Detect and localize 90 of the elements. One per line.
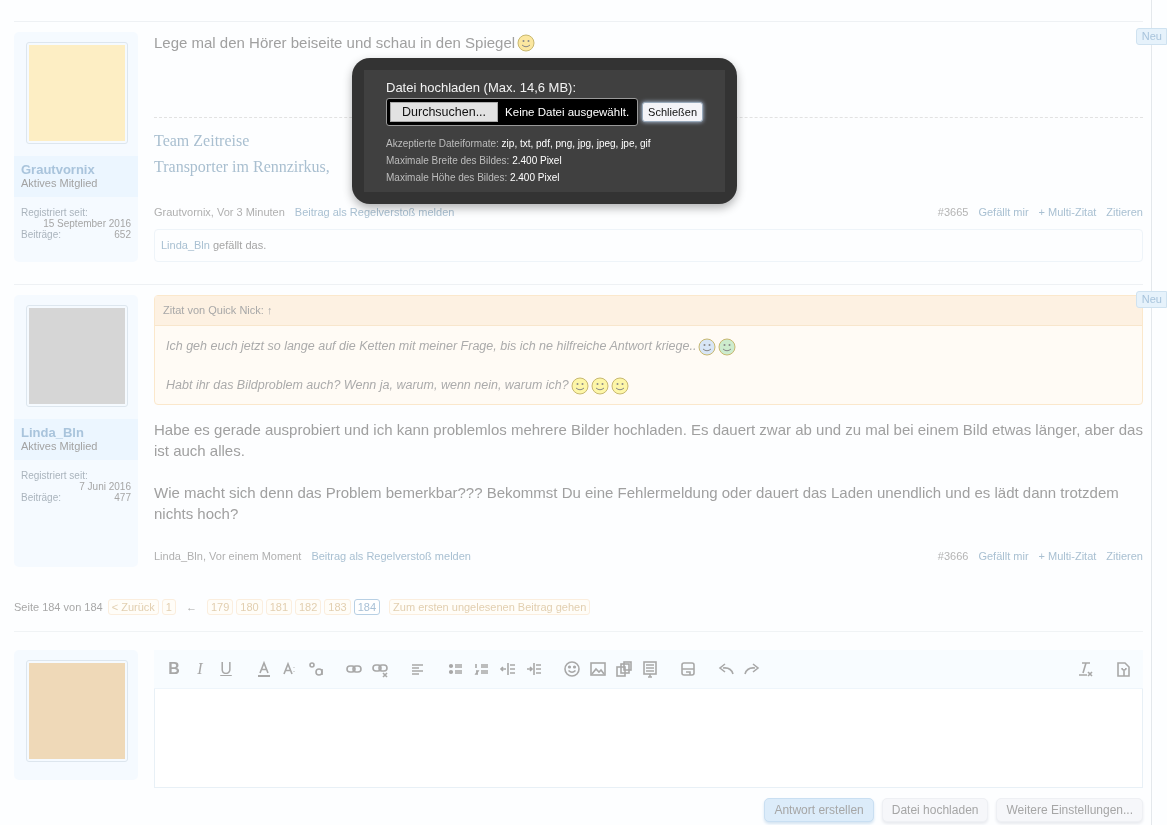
save-icon	[679, 660, 697, 678]
stat-label: Registriert seit:	[21, 207, 88, 218]
surprised-emoji-icon	[698, 337, 717, 356]
clear-format-button[interactable]	[1076, 660, 1094, 678]
post-byline: Linda_Bln, Vor einem Moment	[154, 549, 302, 564]
quote-text: Ich geh euch jetzt so lange auf die Ketten mit meiner Frage, bis ich ne hilfreiche Antwort kriege..	[166, 338, 697, 355]
new-badge: Neu	[1135, 291, 1167, 308]
save-button[interactable]	[679, 660, 697, 678]
stat-value: 15 September 2016	[43, 218, 131, 229]
post-number[interactable]: #3666	[937, 546, 969, 567]
author-name[interactable]: Linda_Bln	[21, 425, 131, 440]
previous-page-link[interactable]: < Zurück	[107, 599, 159, 615]
post-action-link[interactable]: + Multi-Zitat	[1038, 202, 1097, 223]
author-name[interactable]: Grautvornix	[21, 162, 131, 177]
upload-info-text: Maximale Breite des Bildes: 2.400 Pixel	[386, 154, 563, 168]
post-text: Wie macht sich denn das Problem bemerkbar??? Bekommst Du eine Fehlermeldung oder dauert das Laden unendlich und es lädt dann trotzdem nichts hoch?	[154, 483, 1120, 524]
font-family-button[interactable]	[307, 660, 325, 678]
dialog-title: Datei hochladen (Max. 14,6 MB):	[386, 80, 578, 95]
font-color-button[interactable]	[255, 660, 273, 678]
user-link[interactable]: Linda_Bln	[161, 239, 210, 251]
smiley-emoji-icon	[517, 33, 536, 52]
stat-value: 477	[114, 492, 131, 503]
file-status: Keine Datei ausgewählt.	[505, 106, 630, 118]
post-byline: Grautvornix, Vor 3 Minuten	[154, 205, 285, 220]
smiley-emoji-icon	[590, 376, 609, 395]
source-button[interactable]	[1114, 660, 1132, 678]
likes-bar: Linda_Bln gefällt das.	[154, 229, 1143, 262]
file-input[interactable]: Durchsuchen... Keine Datei ausgewählt.	[386, 98, 639, 126]
form-button[interactable]: Weitere Einstellungen...	[996, 798, 1143, 822]
quote-header: Zitat von Quick Nick: ↑	[155, 296, 1142, 326]
stat-label: Beiträge:	[21, 492, 62, 503]
stat-value: 652	[114, 229, 131, 240]
user-rank: Aktives Mitglied	[21, 177, 99, 189]
font-family-icon	[307, 660, 325, 678]
clear-format-icon	[1076, 660, 1094, 678]
user-rank: Aktives Mitglied	[21, 440, 99, 452]
new-badge: Neu	[1135, 28, 1167, 45]
page-gap-arrow: ←	[185, 601, 197, 613]
page-link[interactable]: 179	[206, 599, 234, 615]
page-link[interactable]: 183	[324, 599, 351, 615]
gallery-icon	[615, 660, 633, 678]
close-button[interactable]: Schließen	[642, 102, 704, 122]
outdent-icon	[499, 660, 517, 678]
report-link[interactable]: Beitrag als Regelverstoß melden	[311, 546, 471, 567]
signature-text: Transporter im Rennzirkus,	[154, 157, 330, 178]
stat-label: Beiträge:	[21, 229, 62, 240]
italic-button[interactable]: I	[191, 660, 209, 678]
image-icon	[589, 660, 607, 678]
table-button[interactable]	[641, 660, 659, 678]
page-link[interactable]: 181	[265, 599, 292, 615]
outdent-button[interactable]	[499, 660, 517, 678]
smiley-button[interactable]	[563, 660, 581, 678]
indent-button[interactable]	[525, 660, 543, 678]
form-button[interactable]: Datei hochladen	[881, 798, 989, 822]
font-color-icon	[255, 660, 273, 678]
signature-text: Team Zeitreise	[154, 131, 250, 151]
grin-emoji-icon	[718, 337, 737, 356]
page-link[interactable]: 180	[236, 599, 263, 615]
document-wrench-icon	[1114, 660, 1132, 678]
post-text: Lege mal den Hörer beiseite und schau in den Spiegel	[154, 33, 516, 53]
image-button[interactable]	[589, 660, 607, 678]
underline-button[interactable]: U	[217, 660, 235, 678]
page-link[interactable]: 182	[295, 599, 322, 615]
upload-info-text: Maximale Höhe des Bildes: 2.400 Pixel	[386, 171, 561, 185]
report-link[interactable]: Beitrag als Regelverstoß melden	[294, 202, 455, 223]
browse-button[interactable]: Durchsuchen...	[390, 102, 499, 122]
smiley-icon	[563, 660, 581, 678]
document-icon	[641, 660, 659, 678]
post-action-link[interactable]: Gefällt mir	[978, 202, 1029, 223]
post-action-link[interactable]: Zitieren	[1106, 202, 1143, 223]
page-link[interactable]: 1	[161, 599, 176, 615]
smiley-emoji-icon	[570, 376, 589, 395]
upload-info-text: Akzeptierte Dateiformate: zip, txt, pdf, png, jpg, jpeg, jpe, gif	[386, 137, 652, 151]
page-link[interactable]: 184	[353, 599, 381, 615]
smiley-emoji-icon	[610, 376, 629, 395]
stat-value: 7 Juni 2016	[78, 481, 131, 492]
post-text: Habe es gerade ausprobiert und ich kann problemlos mehrere Bilder hochladen. Es dauert zwar ab und zu mal bei einem Bild etwas länger, aber das ist auch alles.	[154, 420, 1143, 461]
unread-jump-link[interactable]: Zum ersten ungelesenen Beitrag gehen	[389, 599, 591, 615]
post-number[interactable]: #3665	[937, 202, 969, 223]
post-action-link[interactable]: Zitieren	[1106, 546, 1143, 567]
page-label: Seite 184 von 184	[14, 601, 103, 613]
quote-text: Habt ihr das Bildproblem auch? Wenn ja, warum, wenn nein, warum ich?	[166, 377, 569, 394]
jump-link[interactable]: ↑	[266, 304, 273, 316]
media-button[interactable]	[615, 660, 633, 678]
form-button[interactable]: Antwort erstellen	[764, 798, 874, 822]
indent-icon	[525, 660, 543, 678]
post-action-link[interactable]: + Multi-Zitat	[1038, 546, 1097, 567]
bold-button[interactable]: B	[165, 660, 183, 678]
stat-label: Registriert seit:	[21, 470, 89, 481]
post-action-link[interactable]: Gefällt mir	[978, 546, 1029, 567]
